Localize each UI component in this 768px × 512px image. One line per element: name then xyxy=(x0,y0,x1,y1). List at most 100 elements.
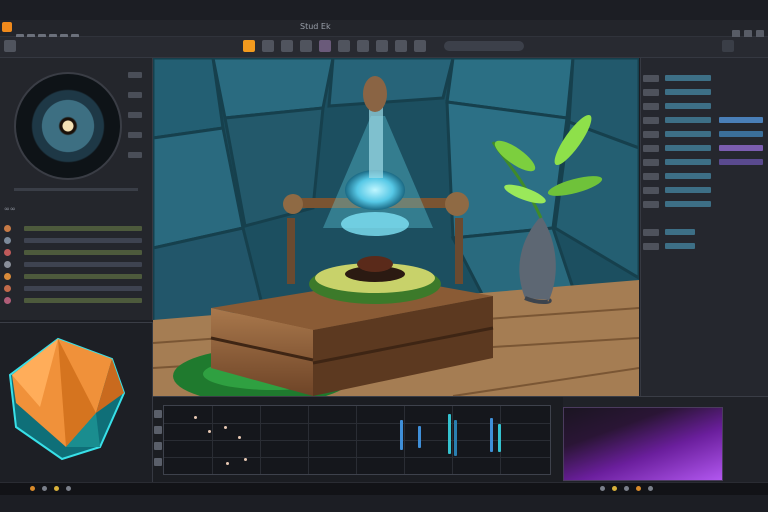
rotate-tool-icon[interactable] xyxy=(281,40,293,52)
property-row[interactable] xyxy=(643,130,767,139)
track-toggle-icon[interactable] xyxy=(154,426,162,434)
menu-bar xyxy=(16,24,106,39)
panel-option-icon[interactable] xyxy=(128,112,142,118)
property-swatch[interactable] xyxy=(719,159,763,165)
layer-row[interactable] xyxy=(2,224,148,233)
property-value-bar[interactable] xyxy=(665,117,711,123)
layer-row[interactable] xyxy=(2,284,148,293)
property-swatch[interactable] xyxy=(719,145,763,151)
3d-viewport[interactable] xyxy=(153,58,639,396)
layer-color-icon xyxy=(4,237,11,244)
property-value-bar[interactable] xyxy=(665,103,711,109)
timeline-gridline xyxy=(452,406,453,474)
render-mode-selector[interactable] xyxy=(444,41,524,51)
keyframe[interactable] xyxy=(208,430,211,433)
property-row[interactable] xyxy=(643,116,767,125)
property-row[interactable] xyxy=(643,88,767,97)
property-row[interactable] xyxy=(643,102,767,111)
layer-row[interactable] xyxy=(2,260,148,269)
property-value-bar[interactable] xyxy=(665,75,711,81)
property-value-bar[interactable] xyxy=(665,201,711,207)
left-panel: ∞∞ xyxy=(0,58,153,320)
timeline-gridline xyxy=(308,406,309,474)
property-row[interactable] xyxy=(643,200,767,209)
gem-thumbnail[interactable] xyxy=(0,323,152,483)
settings-icon[interactable] xyxy=(722,40,734,52)
timeline-track[interactable] xyxy=(154,405,551,475)
scale-tool-icon[interactable] xyxy=(300,40,312,52)
property-value-bar[interactable] xyxy=(665,173,711,179)
brush-tool-icon[interactable] xyxy=(376,40,388,52)
property-row[interactable] xyxy=(643,144,767,153)
fill-tool-icon[interactable] xyxy=(395,40,407,52)
light-tool-icon[interactable] xyxy=(414,40,426,52)
property-value-bar[interactable] xyxy=(665,89,711,95)
layer-row[interactable] xyxy=(2,296,148,305)
property-value-bar[interactable] xyxy=(665,229,695,235)
property-row[interactable] xyxy=(643,158,767,167)
keyframe-block[interactable] xyxy=(454,420,457,456)
panel-option-icon[interactable] xyxy=(128,72,142,78)
keyframe-block[interactable] xyxy=(400,420,403,450)
cut-tool-icon[interactable] xyxy=(357,40,369,52)
status-indicator-icon xyxy=(30,486,35,491)
status-indicator-icon xyxy=(624,486,629,491)
scene-render xyxy=(153,58,639,396)
layer-row[interactable] xyxy=(2,236,148,245)
sculpt-tool-icon[interactable] xyxy=(338,40,350,52)
select-tool-icon[interactable] xyxy=(243,40,255,52)
property-row[interactable] xyxy=(643,242,767,251)
timeline-gridline xyxy=(404,406,405,474)
property-row[interactable] xyxy=(643,228,767,237)
asset-thumbnail-panel xyxy=(0,322,153,483)
property-icon xyxy=(643,187,659,194)
property-value-bar[interactable] xyxy=(665,145,711,151)
property-swatch[interactable] xyxy=(719,117,763,123)
property-icon xyxy=(643,89,659,96)
layers-section-label: ∞∞ xyxy=(4,205,16,213)
panel-option-icon[interactable] xyxy=(128,92,142,98)
property-row[interactable] xyxy=(643,172,767,181)
panel-option-icon[interactable] xyxy=(128,132,142,138)
keyframe-block[interactable] xyxy=(448,414,451,454)
paint-tool-icon[interactable] xyxy=(319,40,331,52)
material-preview-sphere[interactable] xyxy=(14,72,122,180)
panel-option-icon[interactable] xyxy=(128,152,142,158)
property-icon xyxy=(643,103,659,110)
keyframe[interactable] xyxy=(244,458,247,461)
track-toggle-icon[interactable] xyxy=(154,458,162,466)
render-preview[interactable] xyxy=(563,407,723,481)
window-title: Stud Ek xyxy=(300,22,331,31)
timeline-gridline xyxy=(164,457,550,458)
layer-row[interactable] xyxy=(2,272,148,281)
grid-icon[interactable] xyxy=(4,40,16,52)
property-value-bar[interactable] xyxy=(665,131,711,137)
keyframe[interactable] xyxy=(226,462,229,465)
timeline-gridline xyxy=(356,406,357,474)
track-toggle-icon[interactable] xyxy=(154,410,162,418)
keyframe[interactable] xyxy=(224,426,227,429)
keyframe-block[interactable] xyxy=(498,424,501,452)
property-icon xyxy=(643,117,659,124)
preview-slider[interactable] xyxy=(14,188,138,191)
property-value-bar[interactable] xyxy=(665,159,711,165)
property-icon xyxy=(643,159,659,166)
timeline-panel xyxy=(153,396,563,483)
move-tool-icon[interactable] xyxy=(262,40,274,52)
track-toggle-icon[interactable] xyxy=(154,442,162,450)
property-value-bar[interactable] xyxy=(665,243,695,249)
keyframe[interactable] xyxy=(238,436,241,439)
property-row[interactable] xyxy=(643,186,767,195)
status-bar xyxy=(0,482,768,495)
keyframe-block[interactable] xyxy=(490,418,493,452)
property-swatch[interactable] xyxy=(719,131,763,137)
layer-row[interactable] xyxy=(2,248,148,257)
property-icon xyxy=(643,229,659,236)
layer-bar xyxy=(24,226,142,231)
property-row[interactable] xyxy=(643,74,767,83)
keyframe[interactable] xyxy=(194,416,197,419)
property-icon xyxy=(643,173,659,180)
keyframe-block[interactable] xyxy=(418,426,421,448)
property-value-bar[interactable] xyxy=(665,187,711,193)
app-window: Stud Ek ∞∞ xyxy=(0,0,768,512)
